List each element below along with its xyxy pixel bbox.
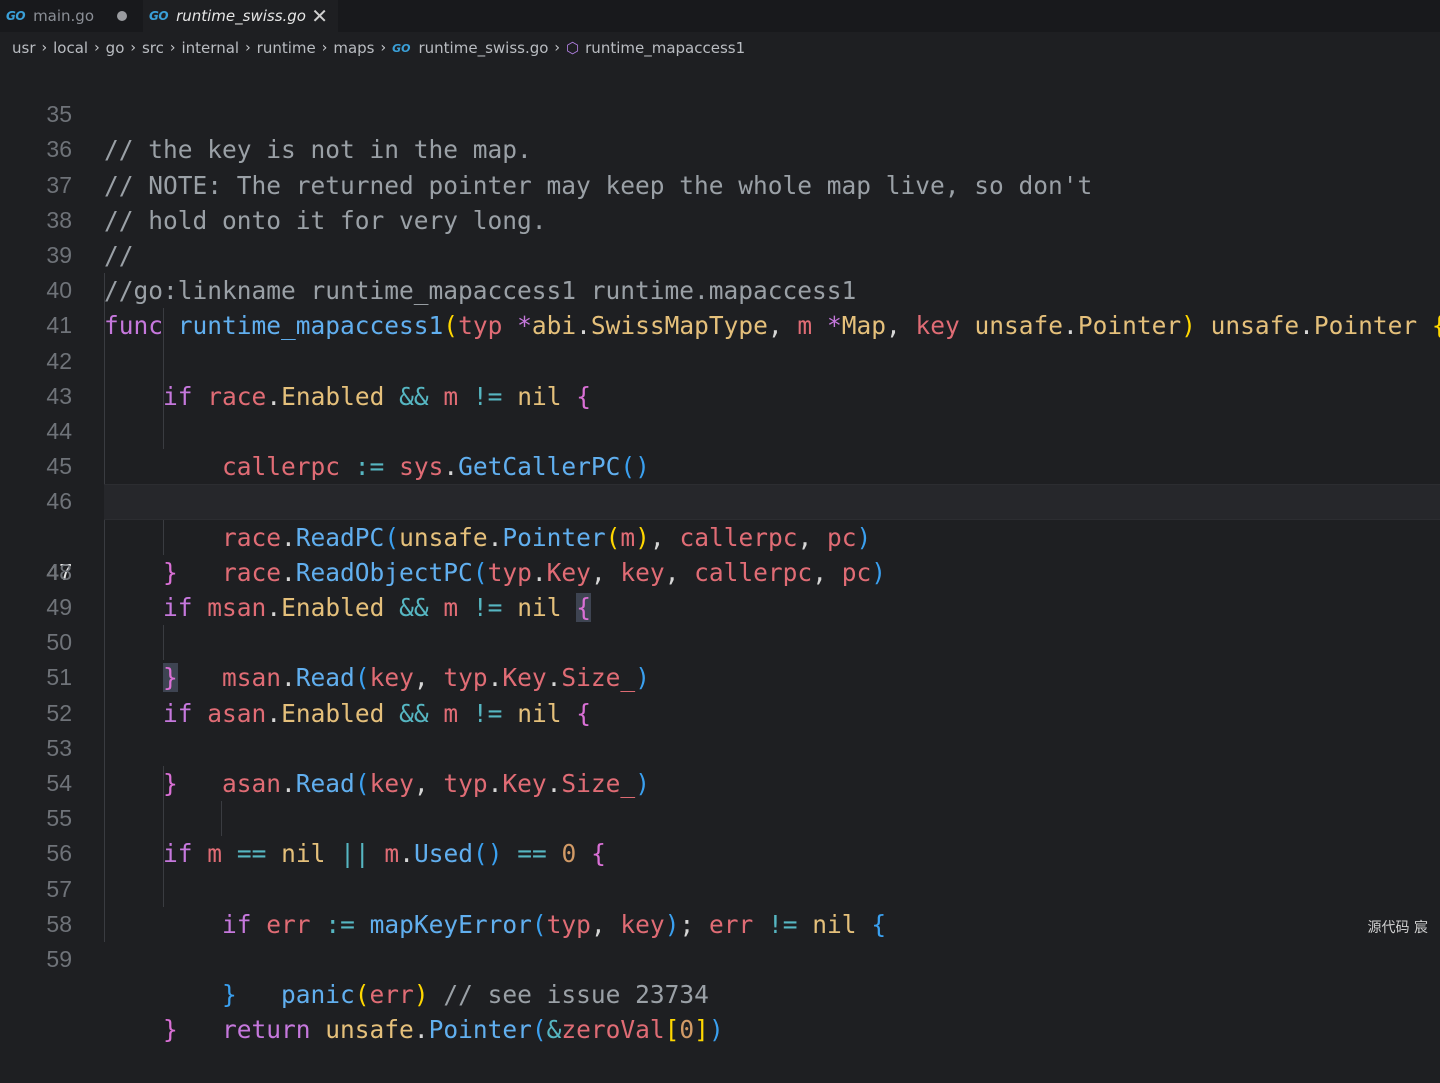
indent-guide — [104, 555, 105, 590]
line-content: } — [104, 1012, 178, 1047]
indent-guide — [104, 801, 105, 836]
code-line: 46 } — [0, 449, 1440, 484]
watermark-text: 源代码 宸 — [1368, 917, 1428, 937]
code-line: 39 //go:linkname runtime_mapaccess1 runt… — [0, 203, 1440, 238]
code-line: 44 race.ReadPC(unsafe.Pointer(m), caller… — [0, 379, 1440, 414]
line-content: return unsafe.Pointer(&zeroVal[0]) — [104, 1012, 724, 1047]
line-number: 59 — [0, 942, 72, 977]
tab-bar: GO main.go GO runtime_swiss.go ✕ — [0, 0, 1440, 32]
breadcrumb-item[interactable]: usr — [12, 39, 36, 57]
indent-guide — [163, 872, 164, 907]
code-line: 54 if m == nil || m.Used() == 0 { — [0, 731, 1440, 766]
tab-label: runtime_swiss.go — [176, 7, 306, 25]
code-line: 49 } — [0, 555, 1440, 590]
indent-guide — [104, 731, 105, 766]
chevron-right-icon: › — [42, 40, 48, 56]
go-file-icon: GO — [149, 9, 168, 23]
indent-guide — [104, 520, 105, 555]
code-line: 59 } — [0, 907, 1440, 942]
chevron-right-icon: › — [554, 40, 560, 56]
code-line: 50 if asan.Enabled && m != nil { — [0, 590, 1440, 625]
tab-label: main.go — [33, 7, 94, 25]
indent-guide — [163, 836, 164, 871]
indent-guide — [104, 414, 105, 449]
indent-guide — [163, 344, 164, 379]
breadcrumb-item[interactable]: go — [106, 39, 125, 57]
indent-guide — [104, 344, 105, 379]
indent-guide — [104, 836, 105, 871]
code-line: 37 // hold onto it for very long. — [0, 132, 1440, 167]
breadcrumb-item[interactable]: maps — [333, 39, 374, 57]
indent-guide — [163, 625, 164, 660]
breadcrumb-file[interactable]: runtime_swiss.go — [419, 39, 549, 57]
code-line: 43 pc := abi.FuncPCABIInternal(runtime_m… — [0, 344, 1440, 379]
indent-guide — [104, 907, 105, 942]
code-line-current: 47 if msan.Enabled && m != nil { — [0, 484, 1440, 519]
indent-guide — [221, 801, 222, 836]
tab-main-go[interactable]: GO main.go — [0, 0, 143, 32]
code-line: 41 if race.Enabled && m != nil { — [0, 273, 1440, 308]
current-line-highlight — [104, 484, 1440, 519]
indent-guide — [163, 308, 164, 343]
breadcrumb-symbol[interactable]: runtime_mapaccess1 — [585, 39, 745, 57]
chevron-right-icon: › — [245, 40, 251, 56]
indent-guide — [163, 801, 164, 836]
indent-guide — [104, 696, 105, 731]
breadcrumb-item[interactable]: runtime — [257, 39, 316, 57]
breadcrumb-item[interactable]: src — [142, 39, 164, 57]
code-line: 48 msan.Read(key, typ.Key.Size_) — [0, 520, 1440, 555]
indent-guide — [104, 379, 105, 414]
close-icon[interactable]: ✕ — [311, 4, 328, 28]
indent-guide — [163, 766, 164, 801]
breadcrumb: usr › local › go › src › internal › runt… — [0, 32, 1440, 64]
code-line: 58 return unsafe.Pointer(&zeroVal[0]) — [0, 872, 1440, 907]
indent-guide — [163, 379, 164, 414]
indent-guide — [163, 414, 164, 449]
chevron-right-icon: › — [94, 40, 100, 56]
go-file-icon: GO — [392, 42, 410, 55]
code-line: 35 // the key is not in the map. — [0, 62, 1440, 97]
indent-guide — [104, 766, 105, 801]
indent-guide — [104, 449, 105, 484]
breadcrumb-item[interactable]: local — [53, 39, 88, 57]
indent-guide — [104, 625, 105, 660]
indent-guide — [104, 273, 105, 308]
code-line: 38 // — [0, 168, 1440, 203]
code-line: 52 } — [0, 660, 1440, 695]
code-line: 36 // NOTE: The returned pointer may kee… — [0, 97, 1440, 132]
unsaved-dot-icon[interactable] — [117, 11, 127, 21]
chevron-right-icon: › — [322, 40, 328, 56]
indent-guide — [104, 660, 105, 695]
breadcrumb-item[interactable]: internal — [182, 39, 240, 57]
indent-guide — [104, 872, 105, 907]
code-line: 53 — [0, 696, 1440, 731]
code-line: 51 asan.Read(key, typ.Key.Size_) — [0, 625, 1440, 660]
code-line: 56 panic(err) // see issue 23734 — [0, 801, 1440, 836]
chevron-right-icon: › — [130, 40, 136, 56]
code-line: 42 callerpc := sys.GetCallerPC() — [0, 308, 1440, 343]
chevron-right-icon: › — [381, 40, 387, 56]
code-editor[interactable]: 35 // the key is not in the map. 36 // N… — [0, 62, 1440, 947]
chevron-right-icon: › — [170, 40, 176, 56]
tab-runtime-swiss-go[interactable]: GO runtime_swiss.go ✕ — [143, 0, 338, 32]
code-line: 55 if err := mapKeyError(typ, key); err … — [0, 766, 1440, 801]
code-line: 57 } — [0, 836, 1440, 871]
indent-guide — [163, 520, 164, 555]
indent-guide — [104, 308, 105, 343]
line-content: } — [104, 977, 237, 1012]
code-line: 45 race.ReadObjectPC(typ.Key, key, calle… — [0, 414, 1440, 449]
function-symbol-icon: ⬡ — [566, 39, 579, 57]
go-file-icon: GO — [6, 9, 25, 23]
indent-guide — [104, 590, 105, 625]
code-line: 40 func runtime_mapaccess1(typ *abi.Swis… — [0, 238, 1440, 273]
